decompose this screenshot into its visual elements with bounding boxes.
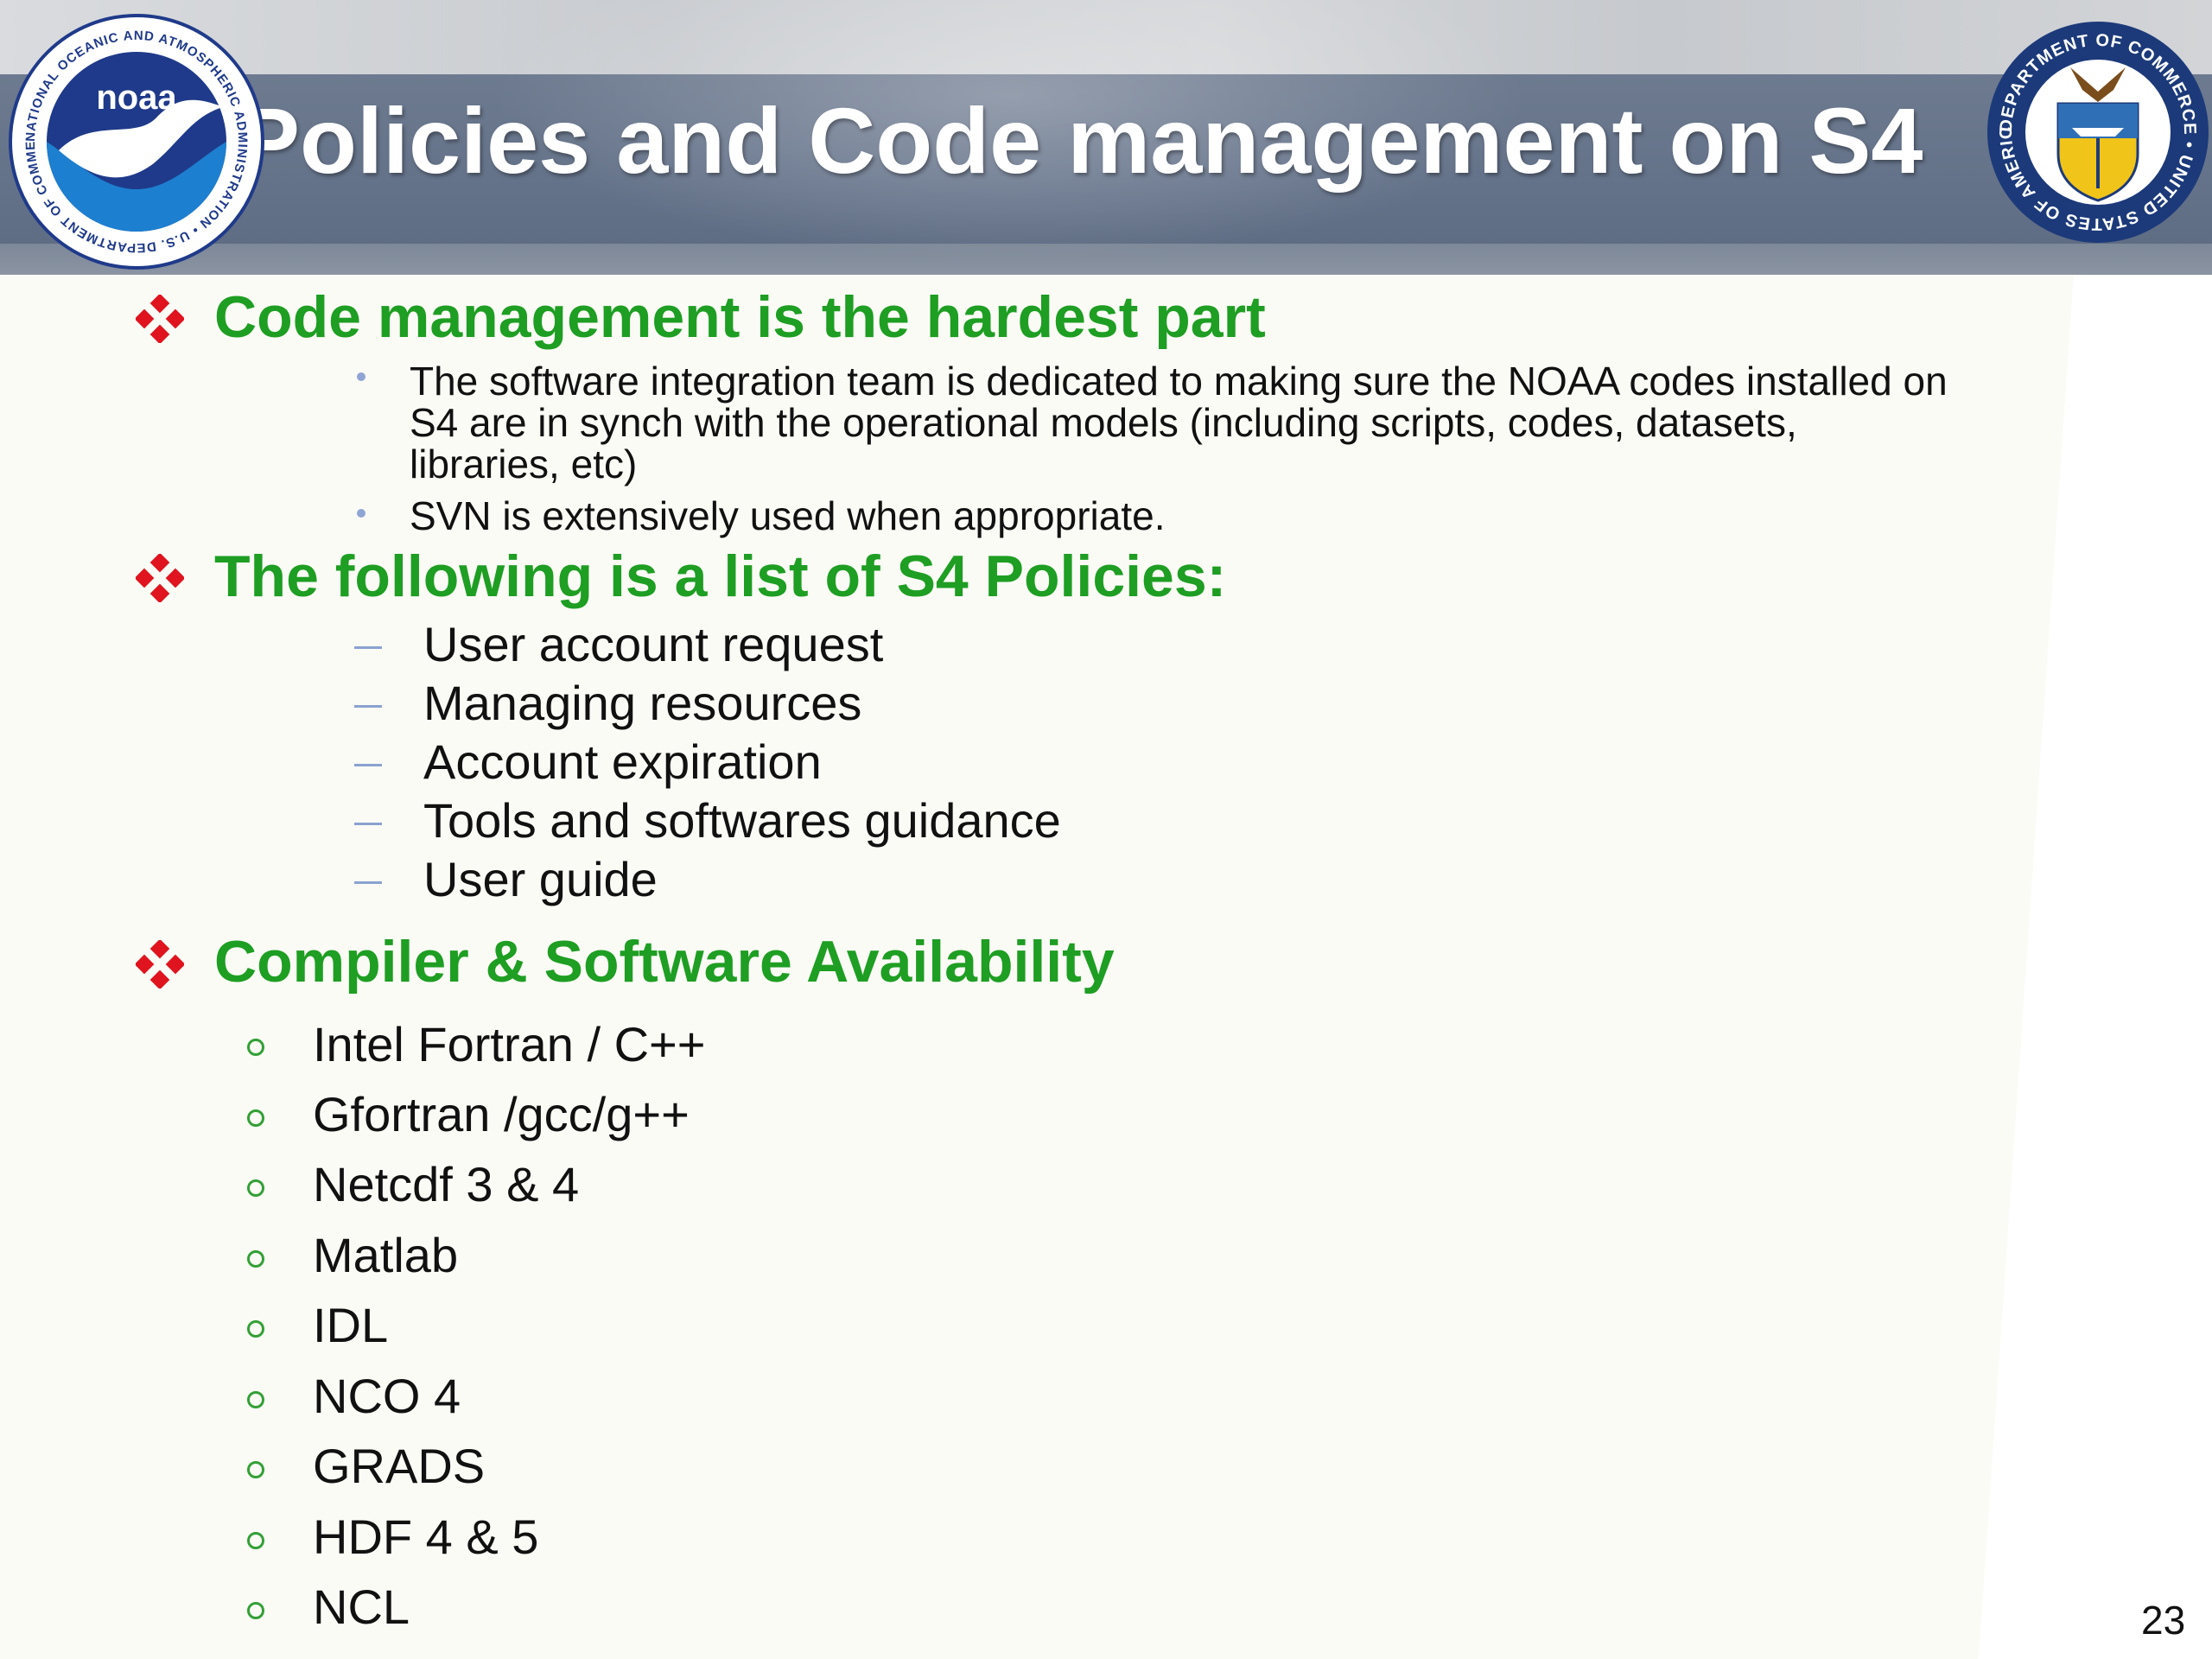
software-item: Netcdf 3 & 4 [313,1157,580,1211]
diamond-bullet-icon [136,554,184,602]
software-item: IDL [313,1298,389,1352]
dash-bullet [354,705,382,708]
ring-bullet [247,1602,264,1619]
dot-bullet [357,509,365,518]
ring-bullet [247,1109,264,1127]
software-item: HDF 4 & 5 [313,1510,539,1564]
policy-item: User guide [423,852,658,906]
policy-item: Account expiration [423,734,822,789]
ring-bullet [247,1320,264,1338]
noaa-logo: noaa NATIONAL OCEANIC AND ATMOSPHERIC AD… [7,12,264,270]
software-item: Intel Fortran / C++ [313,1017,706,1071]
dash-bullet [354,823,382,825]
slide: Policies and Code management on S4 noaa … [0,0,2212,1659]
page-number: 23 [2141,1598,2186,1643]
ring-bullet [247,1250,264,1268]
ring-bullet [247,1461,264,1478]
dot-bullet [357,372,365,381]
dash-bullet [354,881,382,884]
ring-bullet [247,1391,264,1408]
body-line: libraries, etc) [410,442,638,486]
diamond-bullet-icon [136,295,184,343]
ring-bullet [247,1532,264,1549]
software-item: NCL [313,1580,410,1634]
software-item: NCO 4 [313,1369,461,1423]
ring-bullet [247,1039,264,1056]
body-line: SVN is extensively used when appropriate… [410,493,1166,538]
body-line: The software integration team is dedicat… [410,359,1948,404]
policy-item: Tools and softwares guidance [423,793,1061,848]
page-title: Policies and Code management on S4 [238,88,1923,193]
ring-bullet [247,1179,264,1197]
commerce-seal: DEPARTMENT OF COMMERCE • UNITED STATES O… [1984,7,2209,243]
software-item: Matlab [313,1228,459,1282]
dash-bullet [354,646,382,649]
section-heading-policies: The following is a list of S4 Policies: [214,543,1227,609]
section-heading-compiler-software: Compiler & Software Availability [214,929,1115,995]
dash-bullet [354,764,382,766]
software-item: Gfortran /gcc/g++ [313,1087,690,1141]
policy-item: Managing resources [423,676,862,730]
software-item: GRADS [313,1439,486,1493]
noaa-logo-text: noaa [96,79,177,117]
body-line: S4 are in synch with the operational mod… [410,400,1797,445]
section-heading-code-management: Code management is the hardest part [214,284,1266,350]
policy-item: User account request [423,617,884,671]
diamond-bullet-icon [136,940,184,988]
